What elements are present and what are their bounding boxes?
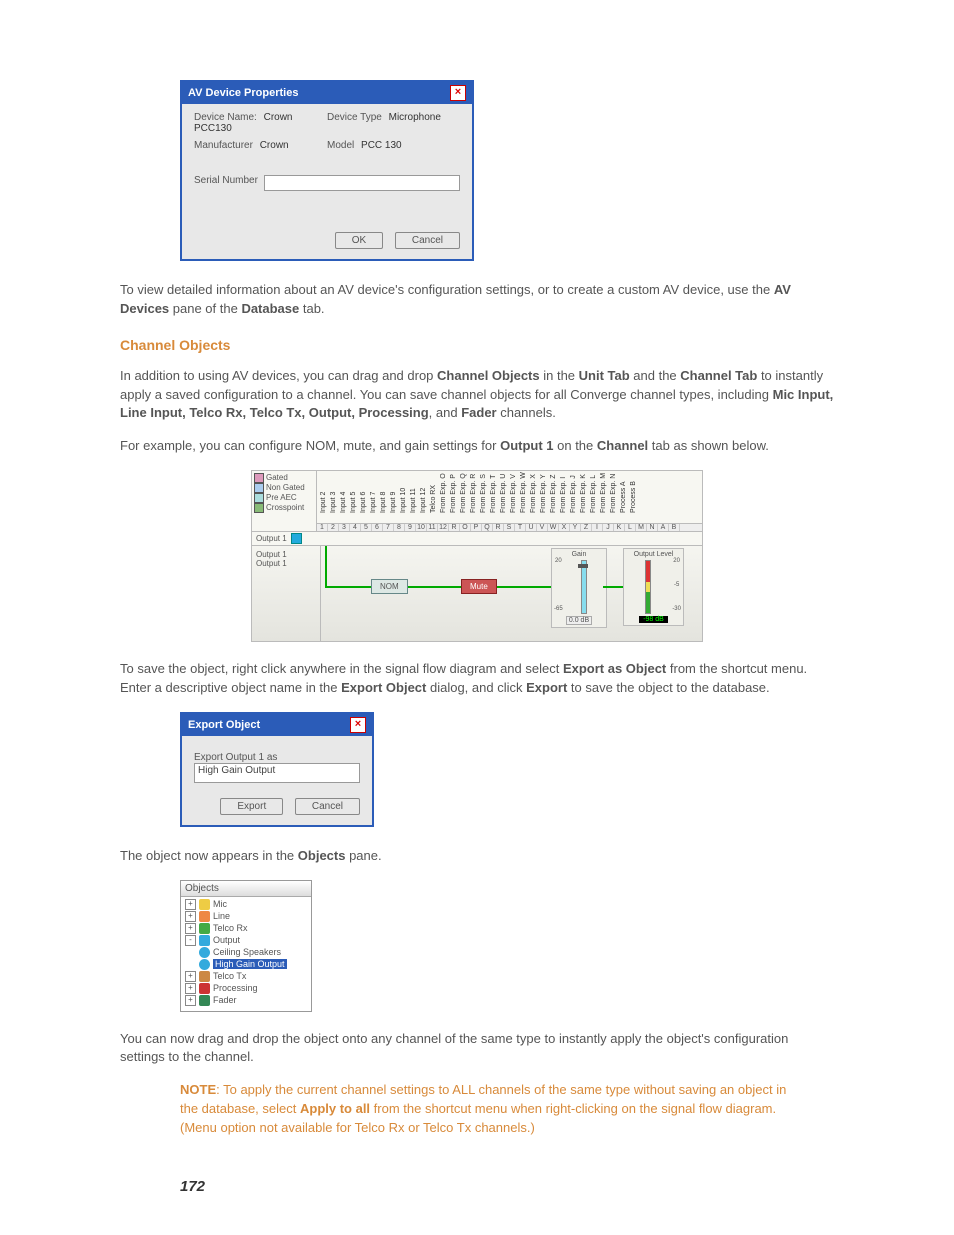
- gain-slider[interactable]: [581, 560, 587, 614]
- wire: [325, 546, 327, 588]
- av-device-properties-dialog: AV Device Properties × Device Name: Crow…: [180, 80, 474, 261]
- objects-pane-header: Objects: [181, 881, 311, 897]
- dialog-titlebar: AV Device Properties ×: [182, 82, 472, 104]
- tree-item-high-gain-output[interactable]: High Gain Output: [183, 959, 309, 971]
- tree-item-output[interactable]: -Output: [183, 935, 309, 947]
- tree-item-processing[interactable]: +Processing: [183, 983, 309, 995]
- export-field-label: Export Output 1 as: [194, 752, 356, 763]
- tree-item-telco-rx[interactable]: +Telco Rx: [183, 923, 309, 935]
- body-text: To save the object, right click anywhere…: [120, 660, 834, 698]
- tree-item-line[interactable]: +Line: [183, 911, 309, 923]
- cancel-button[interactable]: Cancel: [395, 232, 460, 249]
- device-type-value: Microphone: [389, 112, 441, 123]
- tree-item-fader[interactable]: +Fader: [183, 995, 309, 1007]
- serial-number-input[interactable]: [264, 175, 460, 191]
- export-object-dialog: Export Object × Export Output 1 as High …: [180, 712, 374, 827]
- expand-icon[interactable]: +: [185, 995, 196, 1006]
- output-level-meter: Output Level 20-5-30 -98 dB: [623, 548, 684, 626]
- objects-pane: Objects +Mic +Line +Telco Rx -Output Cei…: [180, 880, 312, 1012]
- tree-item-ceiling-speakers[interactable]: Ceiling Speakers: [183, 947, 309, 959]
- section-heading: Channel Objects: [120, 337, 834, 353]
- manufacturer-value: Crown: [260, 140, 289, 151]
- wire: [603, 586, 623, 588]
- output-row-header: Output 1: [252, 532, 702, 546]
- device-name-label: Device Name:: [194, 112, 257, 123]
- document-page: AV Device Properties × Device Name: Crow…: [0, 0, 954, 1235]
- expand-icon[interactable]: +: [185, 899, 196, 910]
- gain-readout: 0.0 dB: [566, 616, 592, 625]
- crosspoint-cell[interactable]: [291, 533, 302, 544]
- model-label: Model: [327, 140, 354, 151]
- close-icon[interactable]: ×: [350, 717, 366, 733]
- mute-button[interactable]: Mute: [461, 579, 497, 594]
- nom-button[interactable]: NOM: [371, 579, 408, 594]
- column-labels: Input 1Input 2Input 3Input 4Input 5Input…: [317, 471, 702, 478]
- tree-item-telco-tx[interactable]: +Telco Tx: [183, 971, 309, 983]
- model-value: PCC 130: [361, 140, 402, 151]
- gain-meter: Gain 20-65 0.0 dB: [551, 548, 607, 628]
- body-text: To view detailed information about an AV…: [120, 281, 834, 319]
- serial-number-label: Serial Number: [194, 175, 258, 191]
- level-readout: -98 dB: [639, 616, 668, 623]
- manufacturer-label: Manufacturer: [194, 140, 253, 151]
- expand-icon[interactable]: +: [185, 971, 196, 982]
- export-name-input[interactable]: High Gain Output: [194, 763, 360, 783]
- expand-icon[interactable]: +: [185, 923, 196, 934]
- flow-channel-labels: Output 1 Output 1: [252, 546, 321, 641]
- body-text: You can now drag and drop the object ont…: [120, 1030, 834, 1068]
- dialog-title: Export Object: [188, 719, 260, 731]
- note-block: NOTE: To apply the current channel setti…: [120, 1081, 834, 1138]
- expand-icon[interactable]: +: [185, 983, 196, 994]
- ok-button[interactable]: OK: [335, 232, 383, 249]
- export-button[interactable]: Export: [220, 798, 283, 815]
- tree-item-mic[interactable]: +Mic: [183, 899, 309, 911]
- body-text: In addition to using AV devices, you can…: [120, 367, 834, 424]
- legend: Gated Non Gated Pre AEC Crosspoint: [252, 471, 317, 531]
- body-text: The object now appears in the Objects pa…: [120, 847, 834, 866]
- column-number-row: 123456789101112ROPQRSTUVWXYZIJKLMNAB: [317, 523, 702, 531]
- page-number: 172: [120, 1178, 834, 1195]
- wire: [521, 586, 551, 588]
- signal-flow-screenshot: Gated Non Gated Pre AEC Crosspoint Input…: [251, 470, 703, 642]
- close-icon[interactable]: ×: [450, 85, 466, 101]
- body-text: For example, you can configure NOM, mute…: [120, 437, 834, 456]
- collapse-icon[interactable]: -: [185, 935, 196, 946]
- level-bar: [645, 560, 651, 614]
- expand-icon[interactable]: +: [185, 911, 196, 922]
- cancel-button[interactable]: Cancel: [295, 798, 360, 815]
- dialog-titlebar: Export Object ×: [182, 714, 372, 736]
- dialog-title: AV Device Properties: [188, 87, 298, 99]
- device-type-label: Device Type: [327, 112, 382, 123]
